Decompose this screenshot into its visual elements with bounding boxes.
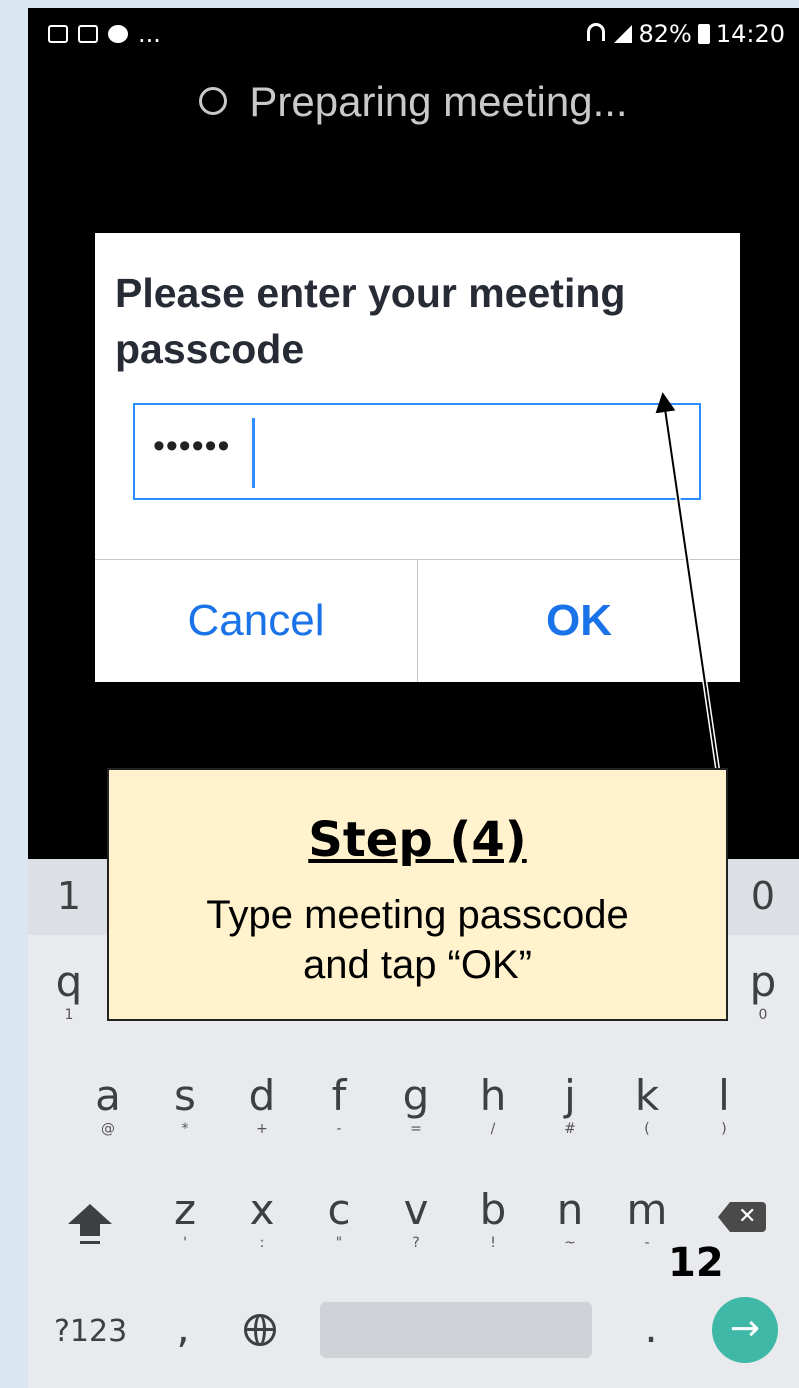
- callout-title: Step (4): [308, 812, 527, 868]
- callout-line-1: Type meeting passcode: [206, 893, 629, 937]
- page-number: 12: [668, 1240, 724, 1286]
- callout-body: Type meeting passcode and tap “OK”: [109, 890, 726, 990]
- step-callout: Step (4) Type meeting passcode and tap “…: [107, 768, 728, 1021]
- callout-line-2: and tap “OK”: [302, 943, 532, 987]
- pointer-arrow: [655, 392, 721, 773]
- arrow-line: [655, 392, 719, 773]
